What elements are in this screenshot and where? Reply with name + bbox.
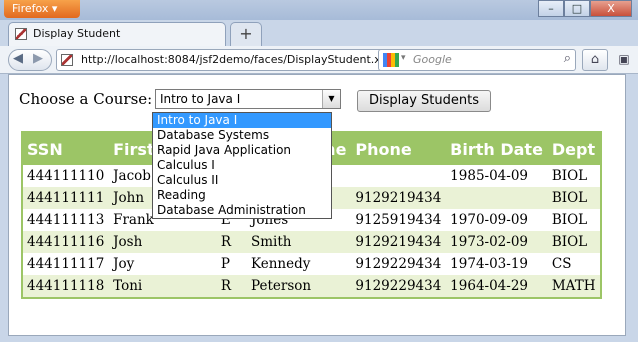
cell-birth-date: 1973-02-09 [446, 231, 548, 253]
cell-ssn: 444111116 [22, 231, 110, 253]
cell-last-name: Kennedy [251, 256, 311, 272]
window-controls: – □ X [538, 0, 632, 18]
course-label: Choose a Course: [19, 90, 153, 108]
cell-last-name: Smith [247, 231, 352, 253]
table-row: 444111116 Josh R Smith 9129219434 1973-0… [22, 231, 601, 253]
course-selected-value: Intro to Java I [160, 92, 241, 106]
cell-dept: MATH [547, 275, 601, 298]
bookmarks-menu-button[interactable]: ▣ [612, 49, 636, 71]
cell-ssn: 444111117 [27, 256, 105, 272]
cell-phone: 9129229434 [351, 275, 447, 298]
table-row: 444111117 Joy P Kennedy 9129229434 1974-… [22, 253, 601, 275]
new-tab-button[interactable]: + [230, 22, 262, 46]
cell-phone [351, 165, 446, 187]
minimize-button[interactable]: – [538, 0, 564, 17]
cell-first-name: Josh [109, 231, 217, 253]
header-birth-date: Birth Date [446, 132, 548, 165]
cell-dept: CS [551, 256, 572, 272]
forward-arrow-icon[interactable]: ▶ [33, 51, 43, 66]
table-row: 444111118 Toni R Peterson 9129229434 196… [22, 275, 601, 298]
cell-birth-date [446, 187, 548, 209]
cell-first-name: Joy [113, 256, 135, 272]
header-ssn: SSN [22, 132, 110, 165]
search-bar[interactable]: ▾ Google ⌕ [378, 49, 576, 71]
cell-ssn: 444111110 [27, 168, 105, 184]
url-text: http://localhost:8084/jsf2demo/faces/Dis… [81, 53, 406, 66]
dropdown-option[interactable]: Calculus II [153, 173, 331, 188]
cell-ssn: 444111111 [22, 187, 110, 209]
home-button[interactable]: ⌂ [582, 49, 608, 71]
cell-dept: BIOL [551, 168, 588, 184]
bookmarks-icon: ▣ [618, 52, 630, 66]
chevron-down-icon[interactable]: ▼ [322, 90, 340, 108]
search-icon[interactable]: ⌕ [564, 51, 571, 66]
navigation-bar: ◀ ▶ http://localhost:8084/jsf2demo/faces… [0, 46, 638, 74]
firefox-menu-button[interactable]: Firefox ▾ [4, 0, 80, 18]
course-select[interactable]: Intro to Java I ▼ [155, 89, 341, 109]
tab-bar: Display Student + [0, 20, 638, 46]
dropdown-option[interactable]: Reading [153, 188, 331, 203]
cell-dept: BIOL [547, 231, 601, 253]
back-arrow-icon[interactable]: ◀ [13, 51, 23, 66]
dropdown-option[interactable]: Calculus I [153, 158, 331, 173]
title-bar: Firefox ▾ – □ X [0, 0, 638, 20]
cell-phone: 9129229434 [355, 256, 442, 272]
cell-first-name: Toni [109, 275, 217, 298]
course-dropdown-list: Intro to Java I Database Systems Rapid J… [152, 112, 332, 219]
display-students-button[interactable]: Display Students [357, 90, 491, 112]
maximize-button[interactable]: □ [564, 0, 590, 17]
cell-phone: 9125919434 [355, 212, 442, 228]
header-dept: Dept [547, 132, 601, 165]
tab-title: Display Student [33, 27, 121, 40]
cell-phone: 9129219434 [351, 231, 447, 253]
google-engine-icon[interactable] [383, 53, 399, 67]
dropdown-option[interactable]: Database Systems [153, 128, 331, 143]
home-icon: ⌂ [590, 52, 600, 67]
cell-mi: P [220, 256, 230, 272]
dropdown-option[interactable]: Rapid Java Application [153, 143, 331, 158]
back-forward-group: ◀ ▶ [8, 49, 52, 71]
cell-ssn: 444111113 [27, 212, 105, 228]
firefox-menu-label: Firefox [12, 2, 49, 15]
cell-ssn: 444111118 [22, 275, 110, 298]
page-favicon-icon [15, 28, 27, 40]
dropdown-option[interactable]: Database Administration [153, 203, 331, 218]
cell-birth-date: 1970-09-09 [450, 212, 529, 228]
cell-mi: R [216, 231, 247, 253]
dropdown-option[interactable]: Intro to Java I [153, 113, 331, 128]
site-favicon-icon [61, 54, 73, 66]
search-placeholder: Google [413, 53, 452, 66]
cell-birth-date: 1964-04-29 [446, 275, 548, 298]
cell-dept: BIOL [547, 187, 601, 209]
cell-mi: R [216, 275, 247, 298]
cell-phone: 9129219434 [351, 187, 447, 209]
tab-display-student[interactable]: Display Student [8, 22, 226, 46]
cell-last-name: Peterson [247, 275, 352, 298]
header-phone: Phone [351, 132, 447, 165]
cell-birth-date: 1985-04-09 [450, 168, 529, 184]
search-engine-dropdown-icon[interactable]: ▾ [401, 53, 406, 63]
close-button[interactable]: X [590, 0, 632, 17]
cell-dept: BIOL [551, 212, 588, 228]
cell-birth-date: 1974-03-19 [450, 256, 529, 272]
